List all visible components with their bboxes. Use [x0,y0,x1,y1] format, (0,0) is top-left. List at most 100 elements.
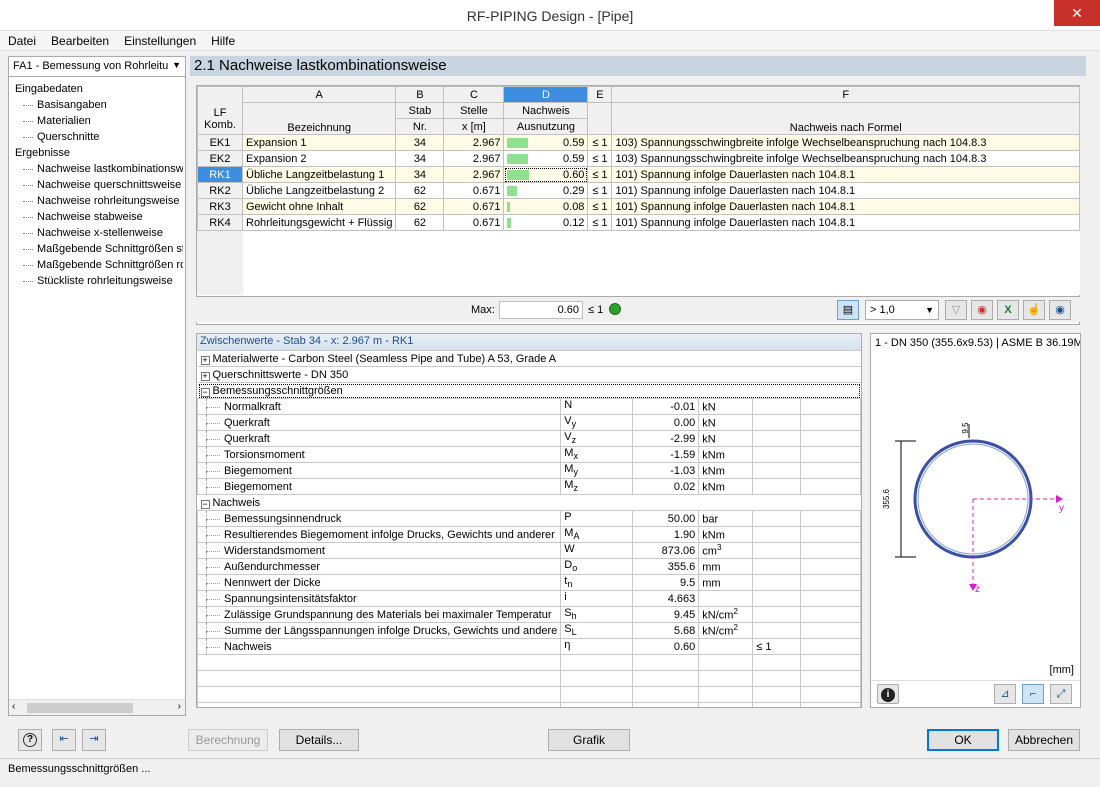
row-bezeichnung: Übliche Langzeitbelastung 1 [241,166,397,183]
tree-item[interactable]: Nachweise querschnittsweise [13,177,183,193]
tree-item[interactable]: Nachweise lastkombinationsweise [13,161,183,177]
symbol-text: i [564,591,567,604]
row-stelle: 0.671 [443,198,505,215]
value-number: 9.45 [632,606,700,623]
table-row[interactable]: EK1 Expansion 1 34 2.967 0.59 ≤ 1 103) Spannun… [197,134,1080,151]
group-bemessung[interactable]: − Bemessungsschnittgrößen [197,382,861,399]
empty-row [197,230,1080,247]
tree-item[interactable]: Basisangaben [13,97,183,113]
group-nachweis[interactable]: − Nachweis [197,494,861,511]
expand-icon[interactable]: + [200,355,210,365]
reset-view-button[interactable]: ⤢ [1050,684,1072,704]
tree-item[interactable]: Stückliste rohrleitungsweise [13,273,183,289]
scrollbar-thumb[interactable] [27,703,133,713]
group-material[interactable]: + Materialwerte - Carbon Steel (Seamless … [197,350,861,367]
collapse-icon[interactable]: − [200,499,210,509]
row-id[interactable]: RK4 [197,214,243,231]
value-symbol: MA [560,526,634,543]
axes-button[interactable]: ⌐ [1022,684,1044,704]
value-row: Biegemoment My -1.03 kNm [197,462,861,479]
row-id[interactable]: RK2 [197,182,243,199]
table-row[interactable]: RK1 Übliche Langzeitbelastung 1 34 2.967 0.6… [197,166,1080,183]
excel-icon: X [1004,304,1012,316]
utilization-bar [507,218,512,228]
row-id[interactable]: EK1 [197,134,243,151]
menu-bearbeiten[interactable]: Bearbeiten [43,31,116,48]
value-row: Nennwert der Dicke tn 9.5 mm [197,574,861,591]
tree-item[interactable]: Maßgebende Schnittgrößen roh [13,257,183,273]
bar-display-button[interactable]: ▤ [837,300,859,320]
ok-button[interactable]: OK [927,729,999,751]
menu-datei[interactable]: Datei [0,31,43,48]
utilization-value: 0.60 [563,168,585,181]
tree-item[interactable]: Materialien [13,113,183,129]
expand-icon[interactable]: + [200,371,210,381]
utilization-bar [507,170,530,180]
tree-item[interactable]: Querschnitte [13,129,183,145]
berechnung-button[interactable]: Berechnung [188,729,268,751]
header-nachweis: Nachweis [503,102,589,119]
row-stelle: 0.671 [443,214,505,231]
value-unit: bar [698,510,754,527]
value-unit: kN [698,430,754,447]
header-stab: Stab [395,102,445,119]
grafik-button[interactable]: Grafik [548,729,630,751]
case-select[interactable]: FA1 - Bemessung von Rohrleitu ▼ [9,57,185,77]
row-le: ≤ 1 [587,150,613,167]
cancel-button[interactable]: Abbrechen [1008,729,1080,751]
tree-item[interactable]: Nachweise stabweise [13,209,183,225]
table-row[interactable]: EK2 Expansion 2 34 2.967 0.59 ≤ 1 103) Spannun… [197,150,1080,167]
value-number: 5.68 [632,622,700,639]
value-le [752,558,802,575]
dimension-button[interactable]: ⊿ [994,684,1016,704]
row-id[interactable]: RK1 [197,166,243,183]
scroll-right-icon[interactable]: › [178,701,181,712]
tree-item[interactable]: Nachweise rohrleitungsweise [13,193,183,209]
utilization-bar [507,138,529,148]
menu-hilfe[interactable]: Hilfe [203,31,242,48]
filter-button[interactable]: ▽ [945,300,967,320]
unit-sup: 2 [733,607,738,617]
import-button[interactable]: ⇤ [52,729,76,751]
import-icon: ⇤ [59,733,69,745]
select-button[interactable]: ☝ [1023,300,1045,320]
tree-item[interactable]: Maßgebende Schnittgrößen sta [13,241,183,257]
value-symbol: P [560,510,634,527]
header-e-empty [587,102,613,135]
tree-item[interactable]: Ergebnisse [13,145,183,161]
info-icon: i [881,688,895,702]
excel-export-button[interactable]: X [997,300,1019,320]
details-button[interactable]: Details... [279,729,359,751]
symbol-sub: L [571,627,577,638]
dim-diameter: 355.6 [882,488,891,509]
row-id[interactable]: RK3 [197,198,243,215]
export-button[interactable]: ⇥ [82,729,106,751]
table-row[interactable]: RK4 Rohrleitungsgewicht + Flüssig 62 0.671 0… [197,214,1080,231]
group-querschnitt[interactable]: + Querschnittswerte - DN 350 [197,366,861,383]
symbol-sub: z [573,483,578,494]
horizontal-scrollbar[interactable]: ‹ › [9,699,185,715]
close-button[interactable]: ✕ [1054,0,1100,26]
menu-einstellungen[interactable]: Einstellungen [116,31,203,48]
scroll-left-icon[interactable]: ‹ [12,701,15,712]
status-bar: Bemessungsschnittgrößen ... [0,758,1100,787]
value-unit: kNm [698,446,754,463]
value-unit: cm3 [698,542,754,559]
collapse-icon[interactable]: − [200,387,210,397]
info-button[interactable]: i [877,684,899,704]
value-le [752,478,802,495]
filter-select[interactable]: > 1,0 ▼ [865,300,939,320]
pipe-section-drawing: 355.6 9.5 y z [882,422,1064,595]
value-symbol: N [560,398,634,415]
intermediate-values-title: Zwischenwerte - Stab 34 - x: 2.967 m - R… [197,334,861,350]
ok-status-icon [609,303,621,315]
symbol-sub: o [572,563,578,574]
color-scale-button[interactable]: ◉ [971,300,993,320]
tree-item[interactable]: Nachweise x-stellenweise [13,225,183,241]
view-button[interactable]: ◉ [1049,300,1071,320]
row-id[interactable]: EK2 [197,150,243,167]
tree-item[interactable]: Eingabedaten [13,81,183,97]
help-button[interactable]: ? [18,729,42,751]
table-row[interactable]: RK3 Gewicht ohne Inhalt 62 0.671 0.08 ≤ 1 101)… [197,198,1080,215]
table-row[interactable]: RK2 Übliche Langzeitbelastung 2 62 0.671 0.2… [197,182,1080,199]
